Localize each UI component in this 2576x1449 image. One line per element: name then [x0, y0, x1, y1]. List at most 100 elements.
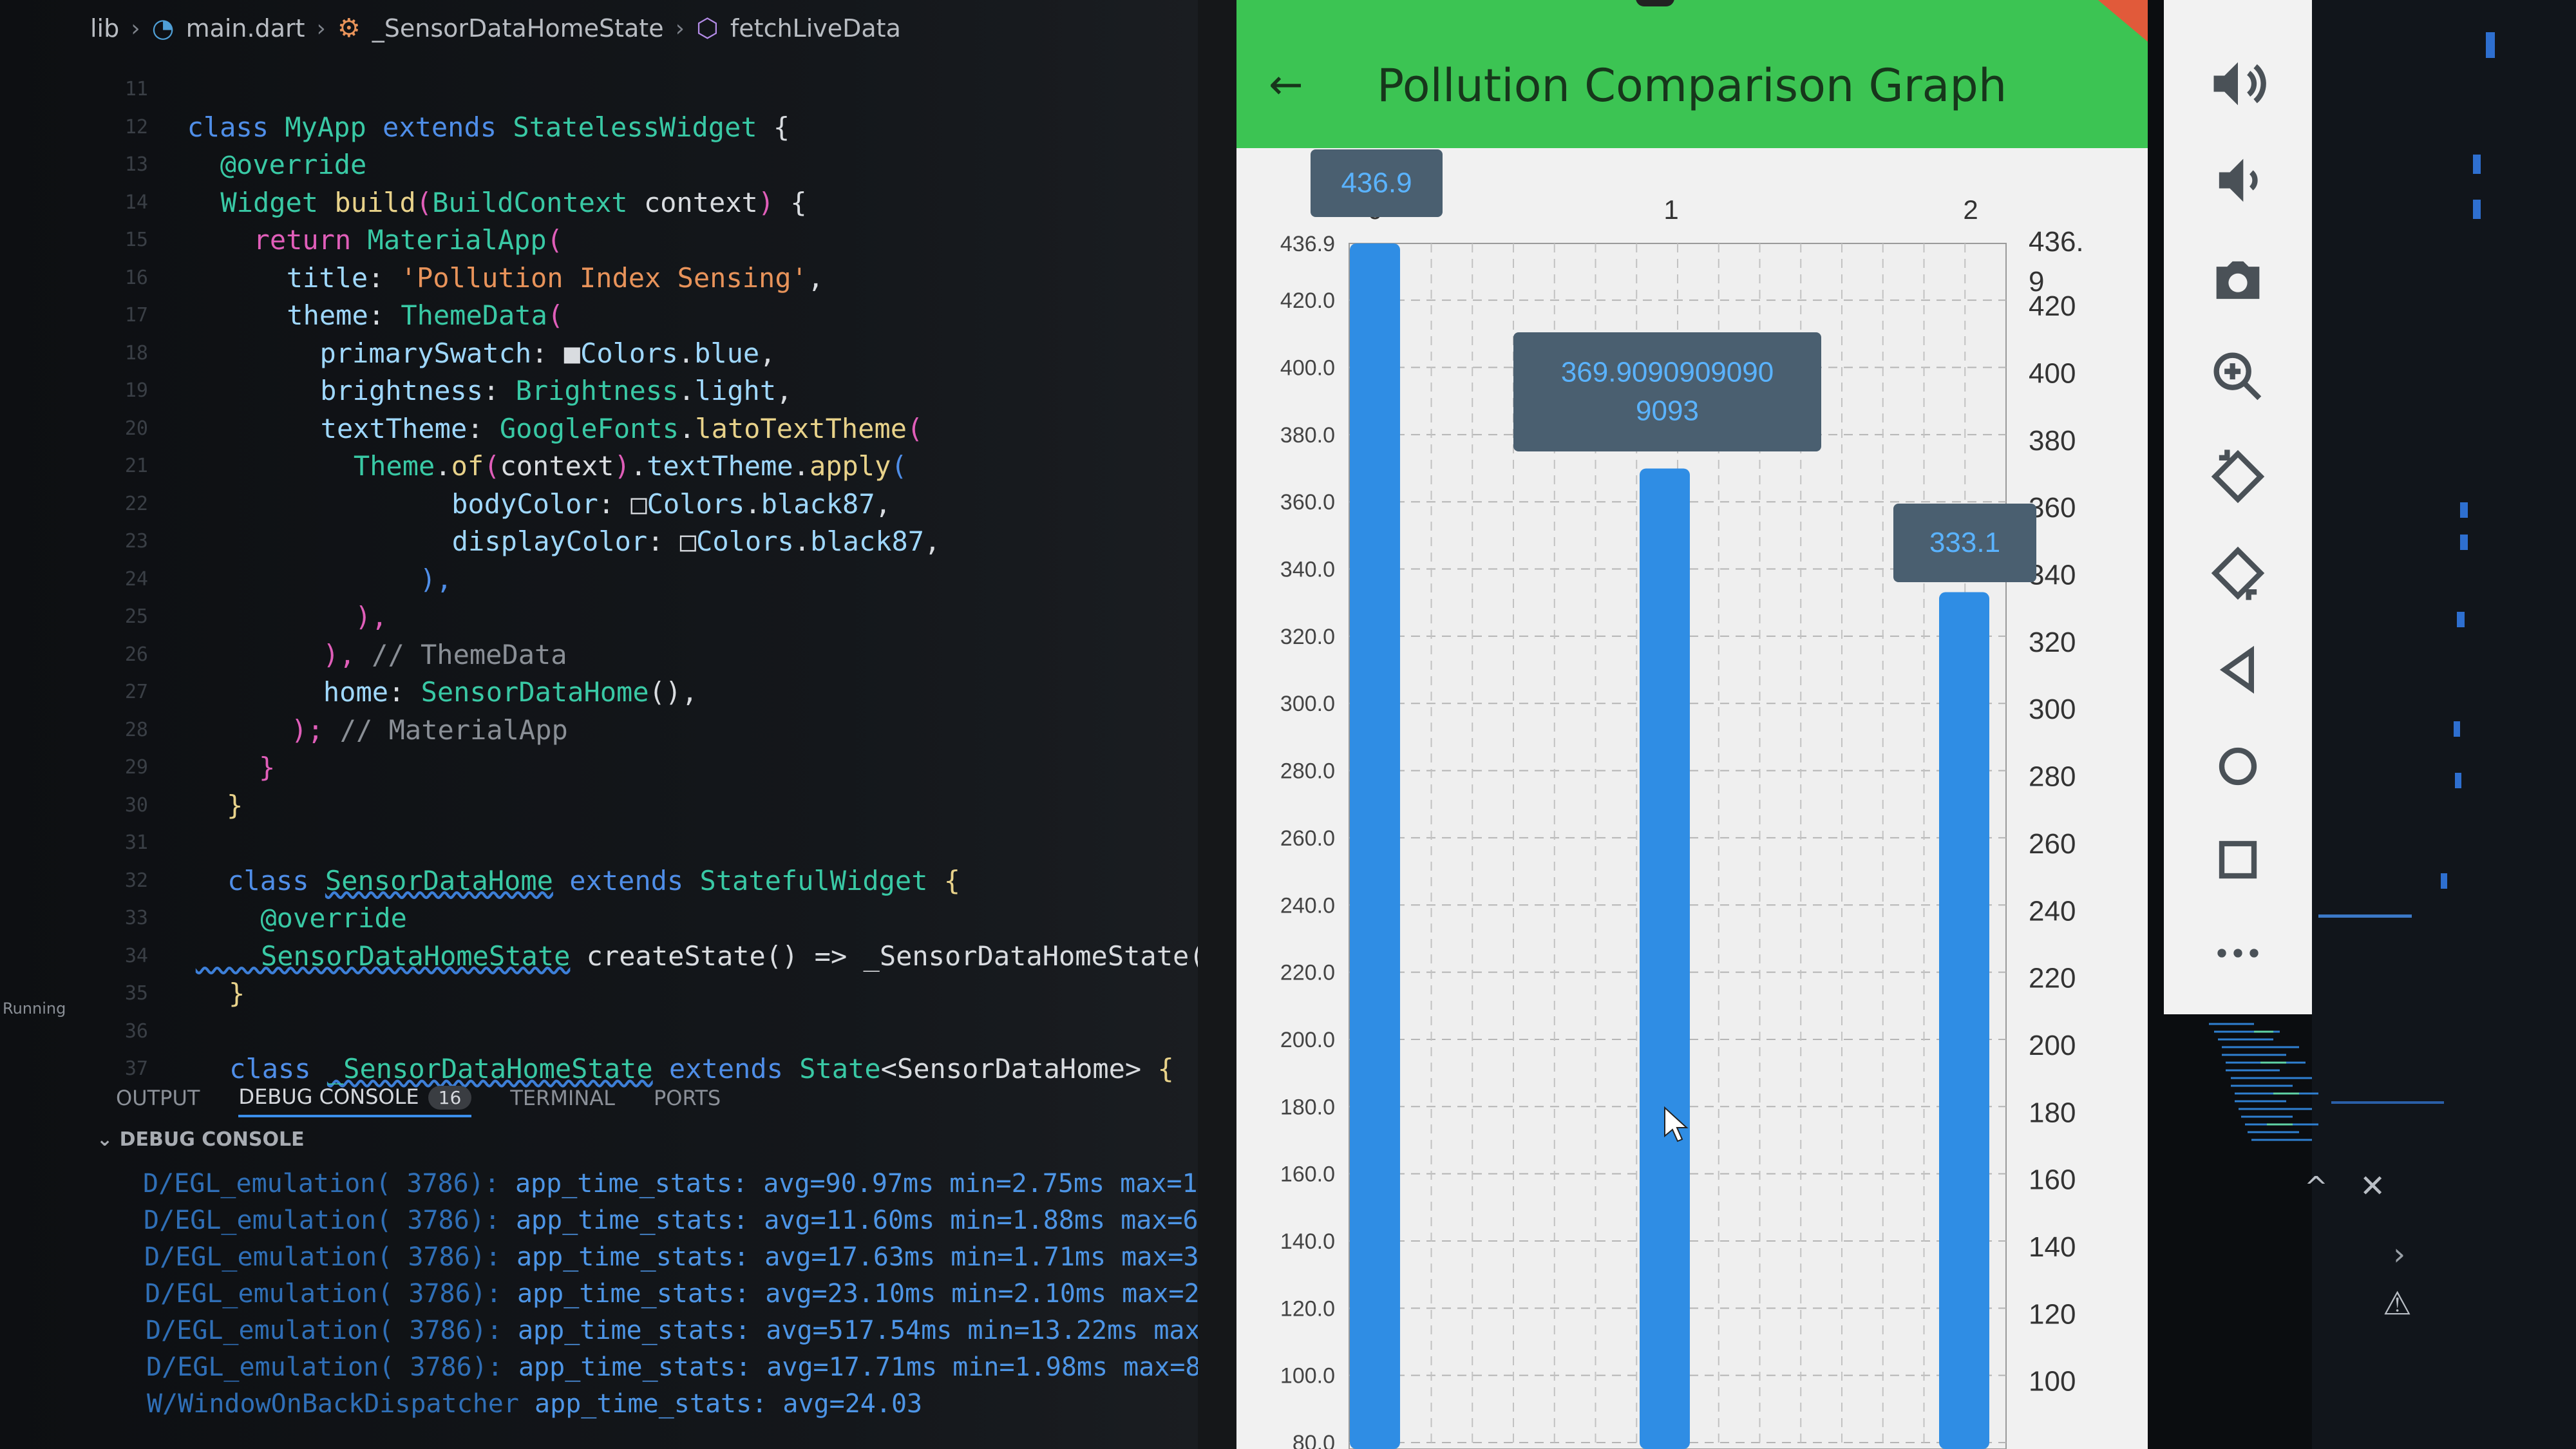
line-number: 17	[124, 304, 148, 327]
code-text: Theme.of(context).textTheme.apply(	[191, 448, 907, 485]
code-line[interactable]: 32 class SensorDataHome extends Stateful…	[0, 862, 1198, 900]
code-line[interactable]: 20 textTheme: GoogleFonts.latoTextTheme(	[0, 410, 1198, 448]
tab-debug-console[interactable]: DEBUG CONSOLE 16	[238, 1079, 472, 1117]
code-token: );	[193, 714, 324, 746]
code-token: ,	[807, 261, 824, 294]
back-arrow-icon[interactable]: ←	[1269, 64, 1303, 106]
code-line[interactable]: 30 }	[0, 787, 1198, 824]
overview-square-icon[interactable]	[2206, 828, 2270, 892]
line-number: 18	[124, 341, 148, 365]
breadcrumb-method[interactable]: fetchLiveData	[730, 14, 901, 43]
y-tick-label-left: 100.0	[1280, 1364, 1335, 1388]
close-icon[interactable]: ✕	[2360, 1168, 2385, 1204]
code-line[interactable]: 28 ); // MaterialApp	[0, 712, 1198, 749]
tab-output[interactable]: OUTPUT	[116, 1081, 200, 1115]
code-line[interactable]: 35 }	[0, 975, 1198, 1012]
code-line[interactable]: 13 @override	[0, 146, 1198, 184]
code-token: )	[614, 450, 630, 482]
y-tick-label-left: 220.0	[1280, 961, 1335, 985]
tab-terminal[interactable]: TERMINAL	[510, 1081, 615, 1115]
code-token: (	[546, 224, 563, 256]
code-token: title	[189, 261, 368, 294]
panel-tabs: OUTPUT DEBUG CONSOLE 16 TERMINAL PORTS	[116, 1072, 721, 1124]
code-editor[interactable]: lib › ◔ main.dart › ⚙ _SensorDataHomeSta…	[0, 0, 1198, 1449]
line-number: 27	[124, 681, 148, 703]
emulator-screen[interactable]: ← Pollution Comparison Graph 436.9 420.0 4…	[1236, 0, 2148, 1449]
code-token: Theme	[191, 450, 435, 482]
rotate-left-icon[interactable]	[2206, 444, 2270, 509]
code-line[interactable]: 26 ), // ThemeData	[0, 636, 1198, 674]
rotate-right-icon[interactable]	[2206, 541, 2270, 605]
warning-icon[interactable]: ⚠	[2383, 1285, 2412, 1322]
y-tick-label-right: 260	[2029, 828, 2076, 860]
code-line[interactable]: 17 theme: ThemeData(	[0, 297, 1198, 334]
code-line[interactable]: 21 Theme.of(context).textTheme.apply(	[0, 448, 1198, 485]
code-line[interactable]: 36	[0, 1013, 1198, 1050]
code-token: class	[194, 864, 325, 896]
code-text: Widget build(BuildContext context) {	[187, 184, 806, 222]
breadcrumb-file[interactable]: main.dart	[186, 14, 305, 43]
zoom-in-icon[interactable]	[2206, 345, 2270, 409]
tab-ports[interactable]: PORTS	[654, 1081, 721, 1115]
code-line[interactable]: 19 brightness: Brightness.light,	[0, 372, 1198, 410]
code-line[interactable]: 15 return MaterialApp(	[0, 222, 1198, 259]
code-token: Colors	[647, 488, 745, 520]
code-line[interactable]: 25 ),	[0, 598, 1198, 636]
code-line[interactable]: 33 @override	[0, 900, 1198, 937]
code-token: Colors	[696, 526, 794, 557]
breadcrumb-class[interactable]: _SensorDataHomeState	[372, 14, 664, 43]
code-text: displayColor: □Colors.black87,	[191, 523, 941, 560]
code-line[interactable]: 31	[0, 824, 1198, 862]
code-token: {	[927, 864, 961, 896]
y-tick-label-right: 160	[2029, 1164, 2076, 1196]
camera-icon[interactable]	[2206, 248, 2270, 312]
y-tick-label-left: 80.0	[1293, 1431, 1335, 1449]
line-number: 12	[124, 115, 148, 138]
code-line[interactable]: 12 class MyApp extends StatelessWidget {	[0, 109, 1198, 146]
x-tick-label-top: 1	[1663, 194, 1678, 225]
code-token: // ThemeData	[355, 638, 567, 670]
code-line[interactable]: 16 title: 'Pollution Index Sensing',	[0, 260, 1198, 297]
code-token: textTheme	[190, 412, 468, 444]
code-token: ,	[875, 488, 891, 520]
code-token: build	[334, 186, 416, 218]
code-line[interactable]: 29 }	[0, 749, 1198, 786]
home-circle-icon[interactable]	[2206, 734, 2270, 799]
code-token: :	[388, 676, 421, 708]
breadcrumb-lib[interactable]: lib	[90, 14, 119, 43]
code-line[interactable]: 34 SensorDataHomeState createState() => …	[0, 938, 1198, 975]
more-icon[interactable]	[2206, 921, 2270, 985]
chevron-right-icon[interactable]: ›	[2393, 1236, 2405, 1273]
bar	[1939, 592, 1989, 1449]
back-triangle-icon[interactable]	[2206, 638, 2270, 702]
code-line[interactable]: 23 displayColor: □Colors.black87,	[0, 523, 1198, 560]
code-token: apply	[809, 450, 891, 482]
volume-down-icon[interactable]	[2206, 148, 2270, 213]
line-number: 14	[124, 191, 148, 214]
bar-chart[interactable]: 436.9 420.0 400.0 380.0 360.0 340.0 320.0 300.0…	[1236, 148, 2148, 1449]
code-token: .	[793, 526, 811, 557]
scrollbar-marker	[2486, 32, 2495, 58]
chevron-up-icon[interactable]: ^	[2304, 1171, 2328, 1204]
y-tick-label-left: 200.0	[1280, 1028, 1335, 1052]
volume-up-icon[interactable]	[2206, 52, 2270, 116]
code-line[interactable]: 14 Widget build(BuildContext context) {	[0, 184, 1198, 222]
code-token: textTheme	[647, 450, 793, 482]
code-line[interactable]: 27 home: SensorDataHome(),	[0, 674, 1198, 711]
code-token: (	[891, 450, 907, 482]
code-token: @override	[195, 902, 407, 934]
code-text: primarySwatch: ■Colors.blue,	[189, 335, 775, 372]
code-line[interactable]: 24 ),	[0, 561, 1198, 598]
code-line[interactable]: 11	[0, 71, 1198, 108]
y-tick-label-left: 436.9	[1280, 232, 1335, 256]
log-line: D/EGL_emulation( 3786): app_time_stats: …	[144, 1206, 1198, 1235]
code-text: class MyApp extends StatelessWidget {	[187, 109, 790, 146]
code-token: 'Pollution Index Sensing'	[400, 261, 808, 294]
code-line[interactable]: 18 primarySwatch: ■Colors.blue,	[0, 335, 1198, 372]
code-line[interactable]: 22 bodyColor: □Colors.black87,	[0, 486, 1198, 523]
code-token: Widget	[187, 186, 335, 218]
code-token: MaterialApp	[367, 224, 547, 256]
debug-console-header[interactable]: ⌄ DEBUG CONSOLE	[97, 1128, 305, 1151]
code-minimap[interactable]	[2202, 1018, 2338, 1153]
line-number: 25	[124, 605, 148, 628]
